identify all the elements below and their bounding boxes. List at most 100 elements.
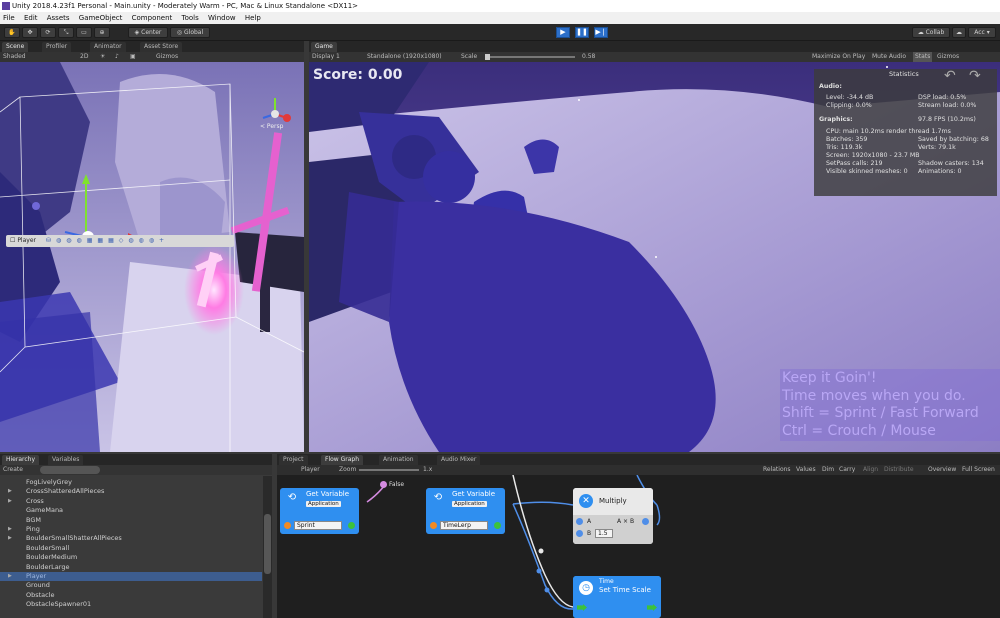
hierarchy-item[interactable]: FogLivelyGrey <box>0 478 262 487</box>
variable-name-dropdown[interactable]: TimeLerp <box>440 521 488 530</box>
move-tool-icon[interactable]: ✥ <box>22 27 38 38</box>
gizmos-dropdown-game[interactable]: Gizmos <box>937 52 959 62</box>
rect-tool-icon[interactable]: ▭ <box>76 27 92 38</box>
menu-file[interactable]: File <box>0 12 19 24</box>
hierarchy-item[interactable]: GameMana <box>0 506 262 515</box>
node-input-port[interactable] <box>430 522 437 529</box>
tab-audio-mixer[interactable]: Audio Mixer <box>437 455 481 465</box>
tab-hierarchy[interactable]: Hierarchy <box>2 455 40 465</box>
create-dropdown[interactable]: Create <box>3 465 23 475</box>
hierarchy-item[interactable]: ▶ BoulderSmallShatterAllPieces <box>0 534 262 543</box>
menu-edit[interactable]: Edit <box>21 12 42 24</box>
flow-output-arrow-icon[interactable] <box>647 604 657 611</box>
transform-tool-icon[interactable]: ⊕ <box>94 27 110 38</box>
hierarchy-item[interactable]: Obstacle <box>0 591 262 600</box>
node-kind-dropdown[interactable]: Application <box>452 501 487 507</box>
tab-flow-graph[interactable]: Flow Graph <box>321 455 364 465</box>
node-get-variable-timelerp[interactable]: ⟲ Get Variable Application TimeLerp <box>426 488 505 534</box>
rotate-tool-icon[interactable]: ⟳ <box>40 27 56 38</box>
hierarchy-item[interactable]: BoulderLarge <box>0 563 262 572</box>
tab-animator[interactable]: Animator <box>90 42 126 52</box>
node-input-port[interactable] <box>284 522 291 529</box>
b-value-field[interactable]: 1.5 <box>595 529 613 538</box>
resolution-dropdown[interactable]: Standalone (1920x1080) <box>367 52 442 62</box>
scale-slider[interactable] <box>485 54 575 60</box>
false-port[interactable] <box>380 481 387 488</box>
node-output-port[interactable] <box>348 522 355 529</box>
hierarchy-item[interactable]: ▶ Player <box>0 572 262 582</box>
hierarchy-item[interactable]: ▶ Cross <box>0 497 262 506</box>
hierarchy-item[interactable]: ObstacleSpawner01 <box>0 600 262 609</box>
port-a-input[interactable] <box>576 518 583 525</box>
port-b-input[interactable] <box>576 530 583 537</box>
lighting-toggle-icon[interactable]: ☀ <box>100 52 105 62</box>
flow-breadcrumb[interactable]: Player <box>301 465 320 475</box>
maximize-on-play-toggle[interactable]: Maximize On Play <box>812 52 865 62</box>
hierarchy-scrollbar[interactable] <box>263 476 272 618</box>
flow-input-arrow-icon[interactable] <box>577 604 587 611</box>
effects-toggle-icon[interactable]: ▣ <box>130 52 136 62</box>
menu-gameobject[interactable]: GameObject <box>76 12 127 24</box>
node-output-port[interactable] <box>494 522 501 529</box>
align-toggle[interactable]: Align <box>863 465 878 475</box>
hierarchy-item[interactable]: BGM <box>0 516 262 525</box>
node-get-variable-sprint[interactable]: ⟲ Get Variable Application Sprint <box>280 488 359 534</box>
tab-project[interactable]: Project <box>279 455 308 465</box>
shading-mode-dropdown[interactable]: Shaded <box>3 52 26 62</box>
variable-name-dropdown[interactable]: Sprint <box>294 521 342 530</box>
mute-audio-toggle[interactable]: Mute Audio <box>872 52 906 62</box>
expand-arrow-icon[interactable]: ▶ <box>8 534 12 543</box>
hierarchy-search-input[interactable] <box>40 466 100 474</box>
menu-component[interactable]: Component <box>129 12 177 24</box>
relations-toggle[interactable]: Relations <box>763 465 791 475</box>
expand-arrow-icon[interactable]: ▶ <box>8 497 12 506</box>
display-dropdown[interactable]: Display 1 <box>312 52 340 62</box>
expand-arrow-icon[interactable]: ▶ <box>8 572 12 581</box>
cloud-icon[interactable]: ☁ <box>952 27 966 38</box>
pivot-center-button[interactable]: ◈ Center <box>128 27 168 38</box>
play-button[interactable]: ▶ <box>556 27 570 38</box>
hierarchy-item[interactable]: Ground <box>0 581 262 590</box>
perspective-label[interactable]: < Persp <box>260 123 283 130</box>
carry-toggle[interactable]: Carry <box>839 465 855 475</box>
hierarchy-item[interactable]: ▶ Ping <box>0 525 262 534</box>
hierarchy-item[interactable]: BoulderSmall <box>0 544 262 553</box>
distribute-toggle[interactable]: Distribute <box>884 465 914 475</box>
zoom-slider[interactable] <box>359 469 419 471</box>
menu-window[interactable]: Window <box>205 12 240 24</box>
values-toggle[interactable]: Values <box>796 465 816 475</box>
gizmos-dropdown[interactable]: Gizmos <box>156 52 178 62</box>
menu-help[interactable]: Help <box>242 12 265 24</box>
selection-label[interactable]: Player <box>17 237 36 244</box>
tab-asset-store[interactable]: Asset Store <box>140 42 183 52</box>
tab-variables[interactable]: Variables <box>48 455 84 465</box>
pause-button[interactable]: ❚❚ <box>575 27 589 38</box>
overview-toggle[interactable]: Overview <box>928 465 956 475</box>
pivot-global-button[interactable]: ◎ Global <box>170 27 210 38</box>
audio-toggle-icon[interactable]: ♪ <box>115 52 119 62</box>
collab-button[interactable]: ☁ Collab <box>912 27 950 38</box>
hierarchy-item[interactable]: ▶ CrossShatteredAllPieces <box>0 487 262 496</box>
expand-arrow-icon[interactable]: ▶ <box>8 487 12 496</box>
scene-canvas[interactable] <box>0 62 304 452</box>
stats-toggle[interactable]: Stats <box>913 52 933 62</box>
result-output-port[interactable] <box>642 518 649 525</box>
node-multiply[interactable]: ✕ Multiply A A × B B 1.5 <box>573 488 653 544</box>
scale-tool-icon[interactable]: ⤡ <box>58 27 74 38</box>
hand-tool-icon[interactable]: ✋ <box>4 27 20 38</box>
toggle-2d-button[interactable]: 2D <box>80 52 88 62</box>
step-button[interactable]: ▶❘ <box>594 27 608 38</box>
tab-scene[interactable]: Scene <box>2 42 29 52</box>
node-kind-dropdown[interactable]: Application <box>306 501 341 507</box>
component-icons[interactable]: ⛁◍◍◍▦▦▦◇◍◍◍+ <box>46 235 169 247</box>
menu-tools[interactable]: Tools <box>179 12 203 24</box>
hierarchy-item[interactable]: BoulderMedium <box>0 553 262 562</box>
expand-arrow-icon[interactable]: ▶ <box>8 525 12 534</box>
node-set-time-scale[interactable]: ◷ Time Set Time Scale <box>573 576 661 618</box>
menu-assets[interactable]: Assets <box>44 12 74 24</box>
tab-animation[interactable]: Animation <box>379 455 418 465</box>
account-button[interactable]: Acc ▾ <box>968 27 996 38</box>
tab-game[interactable]: Game <box>311 42 337 52</box>
tab-profiler[interactable]: Profiler <box>42 42 72 52</box>
dim-toggle[interactable]: Dim <box>822 465 834 475</box>
